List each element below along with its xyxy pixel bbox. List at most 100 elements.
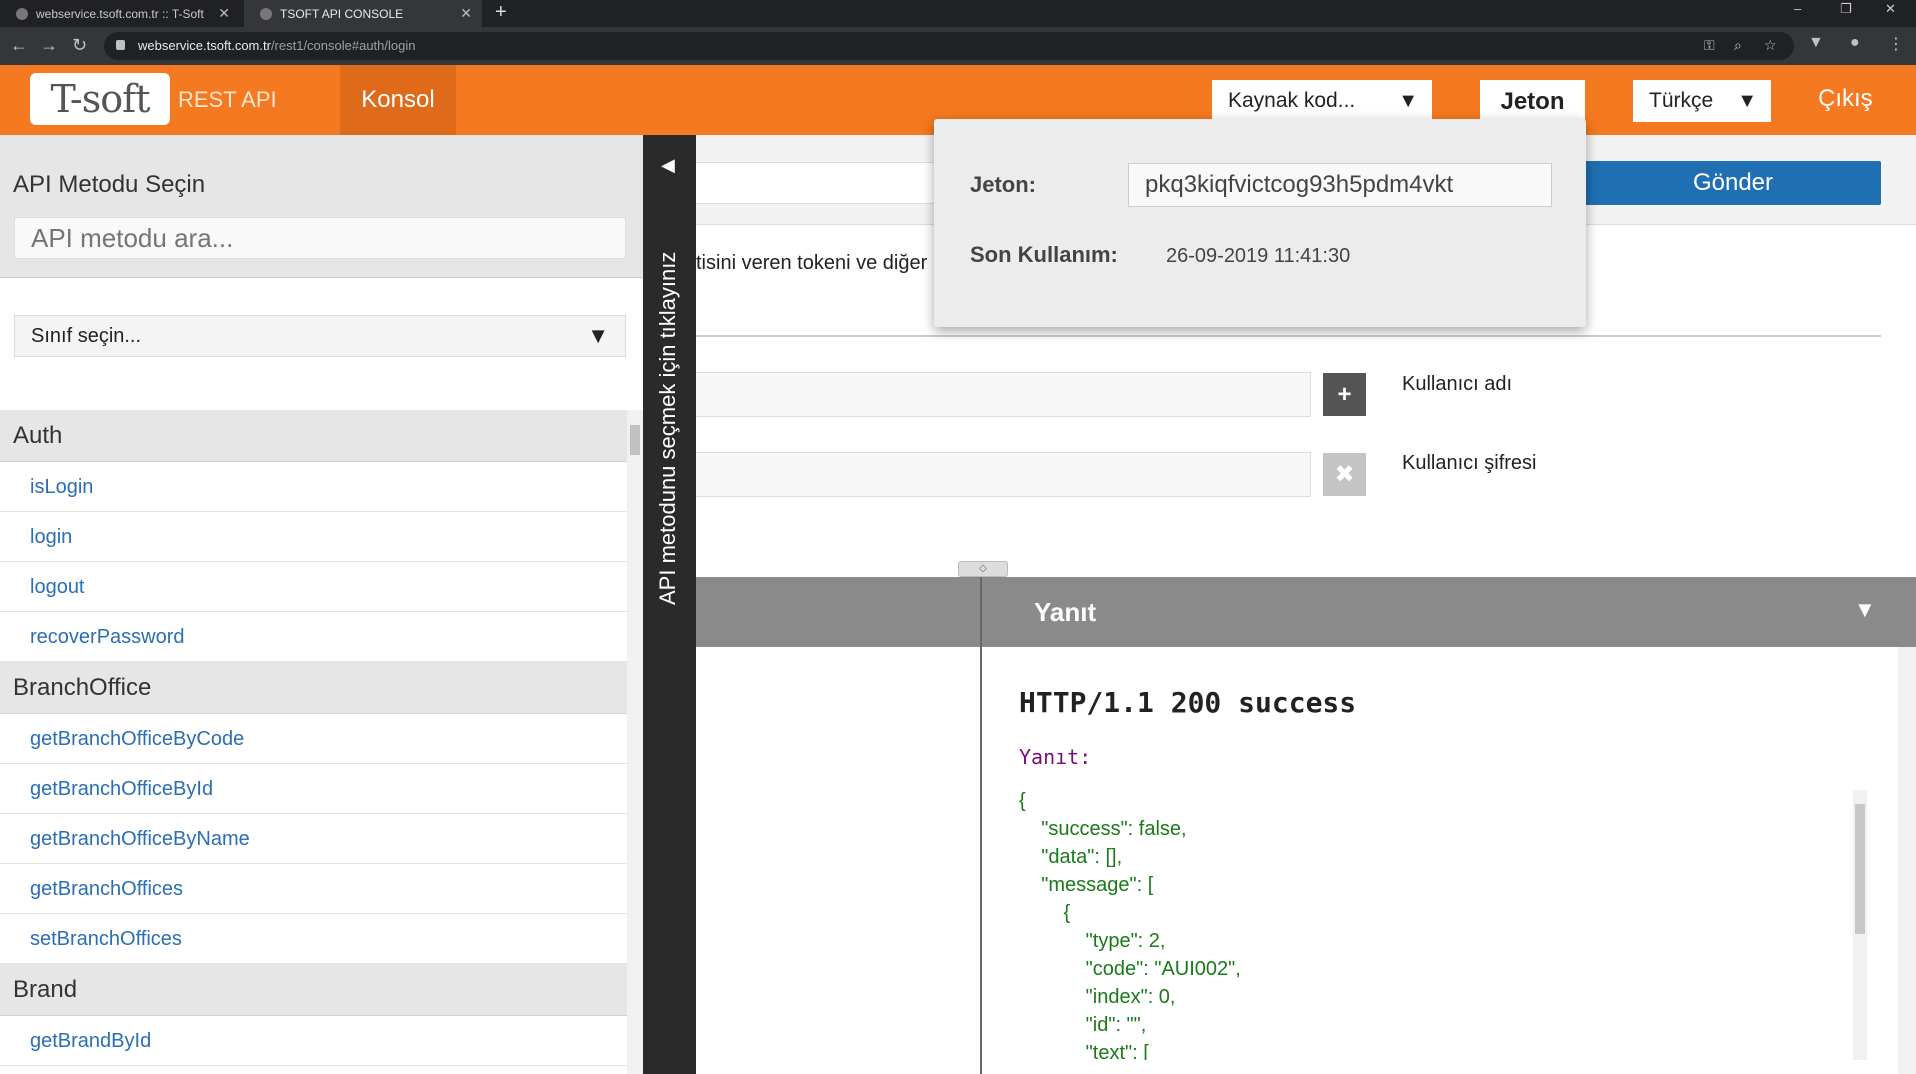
json-line: "message": [ — [1019, 874, 1154, 896]
caret-down-icon: ▼ — [1398, 90, 1418, 112]
group-header-brand[interactable]: Brand — [0, 964, 627, 1016]
json-line: "success": false, — [1019, 818, 1187, 840]
url-host: webservice.tsoft.com.tr — [138, 38, 271, 53]
zoom-icon[interactable]: ⌕ — [1734, 37, 1742, 54]
last-used-value: 26-09-2019 11:41:30 — [1166, 245, 1351, 267]
param-label-password: Kullanıcı şifresi — [1402, 452, 1537, 474]
json-line: { — [1019, 790, 1026, 812]
browser-tab-bar: webservice.tsoft.com.tr :: T-Soft V ✕ TS… — [0, 0, 1916, 27]
language-select[interactable]: Türkçe ▼ — [1633, 80, 1771, 122]
method-item[interactable]: getBranchOfficeById — [0, 764, 627, 814]
response-status: HTTP/1.1 200 success — [1019, 686, 1357, 719]
method-item[interactable]: getBrandById — [0, 1016, 627, 1066]
json-line: { — [1019, 902, 1071, 924]
method-search-input[interactable] — [14, 217, 626, 259]
url-input[interactable]: webservice.tsoft.com.tr/rest1/console#au… — [104, 32, 1794, 60]
method-list: Auth isLogin login logout recoverPasswor… — [0, 410, 627, 1074]
group-header-auth[interactable]: Auth — [0, 410, 627, 462]
caret-down-icon[interactable]: ▼ — [1854, 597, 1876, 623]
json-scrollbar[interactable] — [1853, 790, 1867, 1060]
globe-icon — [16, 7, 28, 20]
token-label: Jeton: — [970, 172, 1036, 197]
response-header[interactable] — [696, 577, 1916, 647]
panel-divider — [980, 577, 982, 1074]
collapse-left-icon[interactable]: ◀ — [661, 155, 675, 176]
source-code-label: Kaynak kod... — [1228, 89, 1356, 112]
sidebar-scrollbar[interactable] — [627, 410, 643, 1074]
close-icon[interactable]: ✕ — [460, 5, 472, 22]
password-input[interactable] — [696, 452, 1311, 497]
browser-tab-active[interactable]: TSOFT API CONSOLE ✕ — [244, 0, 482, 27]
group-header-branchoffice[interactable]: BranchOffice — [0, 662, 627, 714]
menu-icon[interactable]: ⋮ — [1888, 34, 1904, 54]
source-code-select[interactable]: Kaynak kod... ▼ — [1212, 80, 1432, 122]
method-item[interactable]: logout — [0, 562, 627, 612]
last-used-label: Son Kullanım: — [970, 242, 1118, 267]
tab-title: webservice.tsoft.com.tr :: T-Soft V — [36, 6, 206, 21]
url-text: webservice.tsoft.com.tr/rest1/console#au… — [138, 38, 415, 53]
method-item[interactable]: getBranchOffices — [0, 864, 627, 914]
class-select[interactable]: Sınıf seçin... ▼ — [14, 315, 626, 357]
divider — [696, 335, 1881, 337]
sidebar-toggle-strip[interactable]: ◀ API metodunu seçmek için tıklayınız — [643, 135, 696, 1074]
method-item[interactable]: getBranchOfficeByName — [0, 814, 627, 864]
json-line: "id": "", — [1019, 1014, 1147, 1036]
username-input[interactable] — [696, 372, 1311, 417]
close-window-button[interactable]: ✕ — [1885, 0, 1896, 27]
request-input[interactable] — [696, 162, 936, 204]
token-popup: Jeton: pkq3kiqfvictcog93h5pdm4vkt Son Ku… — [934, 119, 1586, 327]
class-select-label: Sınıf seçin... — [31, 325, 142, 347]
remove-param-button[interactable]: ✖ — [1323, 453, 1366, 496]
page-scrollbar[interactable] — [1898, 647, 1916, 1074]
caret-down-icon: ▼ — [1737, 90, 1757, 112]
profile-icon[interactable]: ● — [1850, 34, 1860, 52]
scrollbar-thumb[interactable] — [630, 425, 640, 455]
method-description: tisini veren tokeni ve diğer — [696, 252, 928, 274]
logout-link[interactable]: Çıkış — [1818, 85, 1873, 113]
method-item[interactable]: isLogin — [0, 462, 627, 512]
add-param-button[interactable]: + — [1323, 373, 1366, 416]
send-button[interactable]: Gönder — [1585, 161, 1881, 205]
url-path: /rest1/console#auth/login — [270, 38, 416, 53]
brand-subtitle: REST API — [178, 87, 277, 112]
json-line: "type": 2, — [1019, 930, 1166, 952]
restore-button[interactable]: ❐ — [1840, 0, 1852, 27]
method-item[interactable]: recoverPassword — [0, 612, 627, 662]
browser-tab[interactable]: webservice.tsoft.com.tr :: T-Soft V ✕ — [0, 0, 240, 27]
new-tab-button[interactable]: + — [495, 0, 507, 27]
back-icon[interactable]: ← — [10, 35, 28, 55]
lock-icon — [116, 40, 125, 50]
minimize-button[interactable]: – — [1794, 0, 1801, 27]
method-item[interactable]: setBranchOffices — [0, 914, 627, 964]
reload-icon[interactable]: ↻ — [72, 35, 87, 55]
globe-icon — [260, 7, 272, 20]
nav-konsol[interactable]: Konsol — [340, 65, 456, 135]
json-line: "index": 0, — [1019, 986, 1176, 1008]
tab-title: TSOFT API CONSOLE — [280, 6, 404, 21]
sidebar-title: API Metodu Seçin — [13, 171, 206, 198]
tsoft-logo: T-soft — [30, 73, 170, 125]
caret-down-icon: ▼ — [587, 323, 609, 348]
response-title: Yanıt — [1034, 597, 1097, 627]
json-line: "data": [], — [1019, 846, 1123, 868]
response-label: Yanıt: — [1019, 745, 1092, 769]
key-icon[interactable]: ⚿ — [1704, 37, 1715, 54]
json-line: "code": "AUI002", — [1019, 958, 1241, 980]
forward-icon[interactable]: → — [40, 35, 58, 55]
sidebar-search-area: API Metodu Seçin — [0, 135, 643, 278]
json-line: "text": [ — [1019, 1042, 1149, 1060]
method-item[interactable]: login — [0, 512, 627, 562]
extension-icon[interactable]: ▼ — [1808, 34, 1824, 52]
resize-handle[interactable]: ◇ — [958, 561, 1008, 577]
close-icon[interactable]: ✕ — [218, 5, 230, 22]
method-item[interactable]: getBranchOfficeByCode — [0, 714, 627, 764]
method-sidebar: API Metodu Seçin Sınıf seçin... ▼ Auth i… — [0, 135, 643, 1074]
scrollbar-thumb[interactable] — [1855, 804, 1865, 934]
language-label: Türkçe — [1649, 89, 1714, 112]
address-bar: ← → ↻ webservice.tsoft.com.tr/rest1/cons… — [0, 27, 1916, 65]
star-icon[interactable]: ☆ — [1764, 37, 1777, 54]
token-field[interactable]: pkq3kiqfvictcog93h5pdm4vkt — [1128, 163, 1552, 207]
response-json: { "success": false, "data": [], "message… — [1019, 790, 1859, 1060]
sidebar-toggle-label: API metodunu seçmek için tıklayınız — [655, 251, 680, 605]
param-label-username: Kullanıcı adı — [1402, 373, 1513, 395]
